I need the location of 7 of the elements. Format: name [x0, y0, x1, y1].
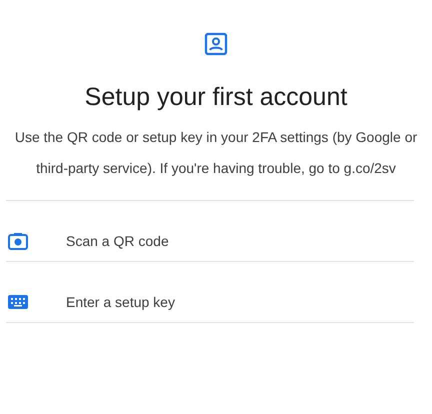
keyboard-icon — [8, 295, 28, 309]
account-icon — [204, 32, 228, 56]
page-title: Setup your first account — [84, 82, 348, 112]
description-text: Use the QR code or setup key in your 2FA settings (by Google or third-party service). If you're having trouble, go to g.co/2sv — [14, 128, 418, 178]
option-item[interactable]: Scan a QR code — [6, 221, 414, 261]
camera-icon — [8, 232, 28, 250]
option-item[interactable]: Enter a setup key — [6, 282, 414, 322]
